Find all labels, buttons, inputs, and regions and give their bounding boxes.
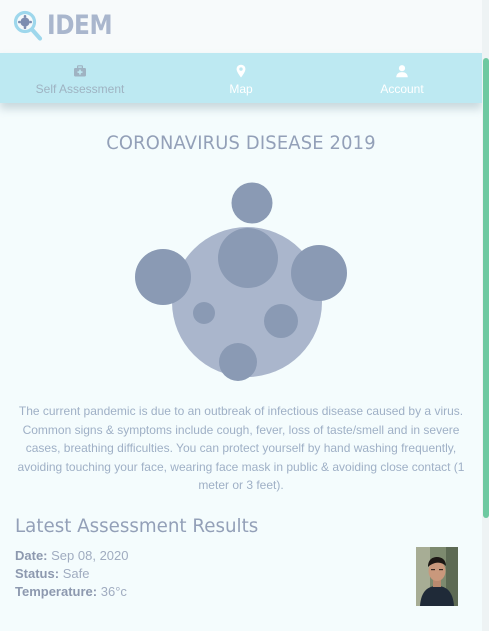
result-temperature: Temperature: 36°c [15,583,129,601]
assessment-results: Date: Sep 08, 2020 Status: Safe Temperat… [15,547,129,601]
app: IDEM Self Assessment Map Account CORONAV… [0,0,482,631]
status-label: Status: [15,566,60,581]
briefcase-medical-icon [74,65,86,77]
temperature-value: 36°c [100,584,127,599]
magnifier-logo-icon [13,10,43,41]
nav-item-account[interactable]: Account [322,53,482,103]
nav-item-map[interactable]: Map [161,53,321,103]
disease-description: The current pandemic is due to an outbre… [17,404,465,492]
map-marker-icon [236,64,246,78]
user-icon [396,65,408,78]
nav-label-self-assessment: Self Assessment [35,82,125,96]
result-date: Date: Sep 08, 2020 [15,547,129,565]
brand-name: IDEM [47,10,113,41]
user-photo-icon [416,547,458,606]
results-title: Latest Assessment Results [15,515,259,537]
scrollbar-track[interactable] [482,0,489,631]
virus-illustration [135,182,347,381]
nav-bar: Self Assessment Map Account [0,53,482,103]
nav-label-map: Map [229,82,253,96]
date-label: Date: [15,548,48,563]
temperature-label: Temperature: [15,584,98,599]
scrollbar-thumb[interactable] [483,58,489,518]
avatar[interactable] [416,547,458,606]
nav-item-self-assessment[interactable]: Self Assessment [0,53,160,103]
nav-label-account: Account [380,82,424,96]
status-value: Safe [62,566,90,581]
result-status: Status: Safe [15,565,129,583]
page-title: CORONAVIRUS DISEASE 2019 [106,132,376,154]
top-bar: IDEM [0,0,482,53]
logo[interactable]: IDEM [13,9,123,43]
date-value: Sep 08, 2020 [51,548,129,563]
